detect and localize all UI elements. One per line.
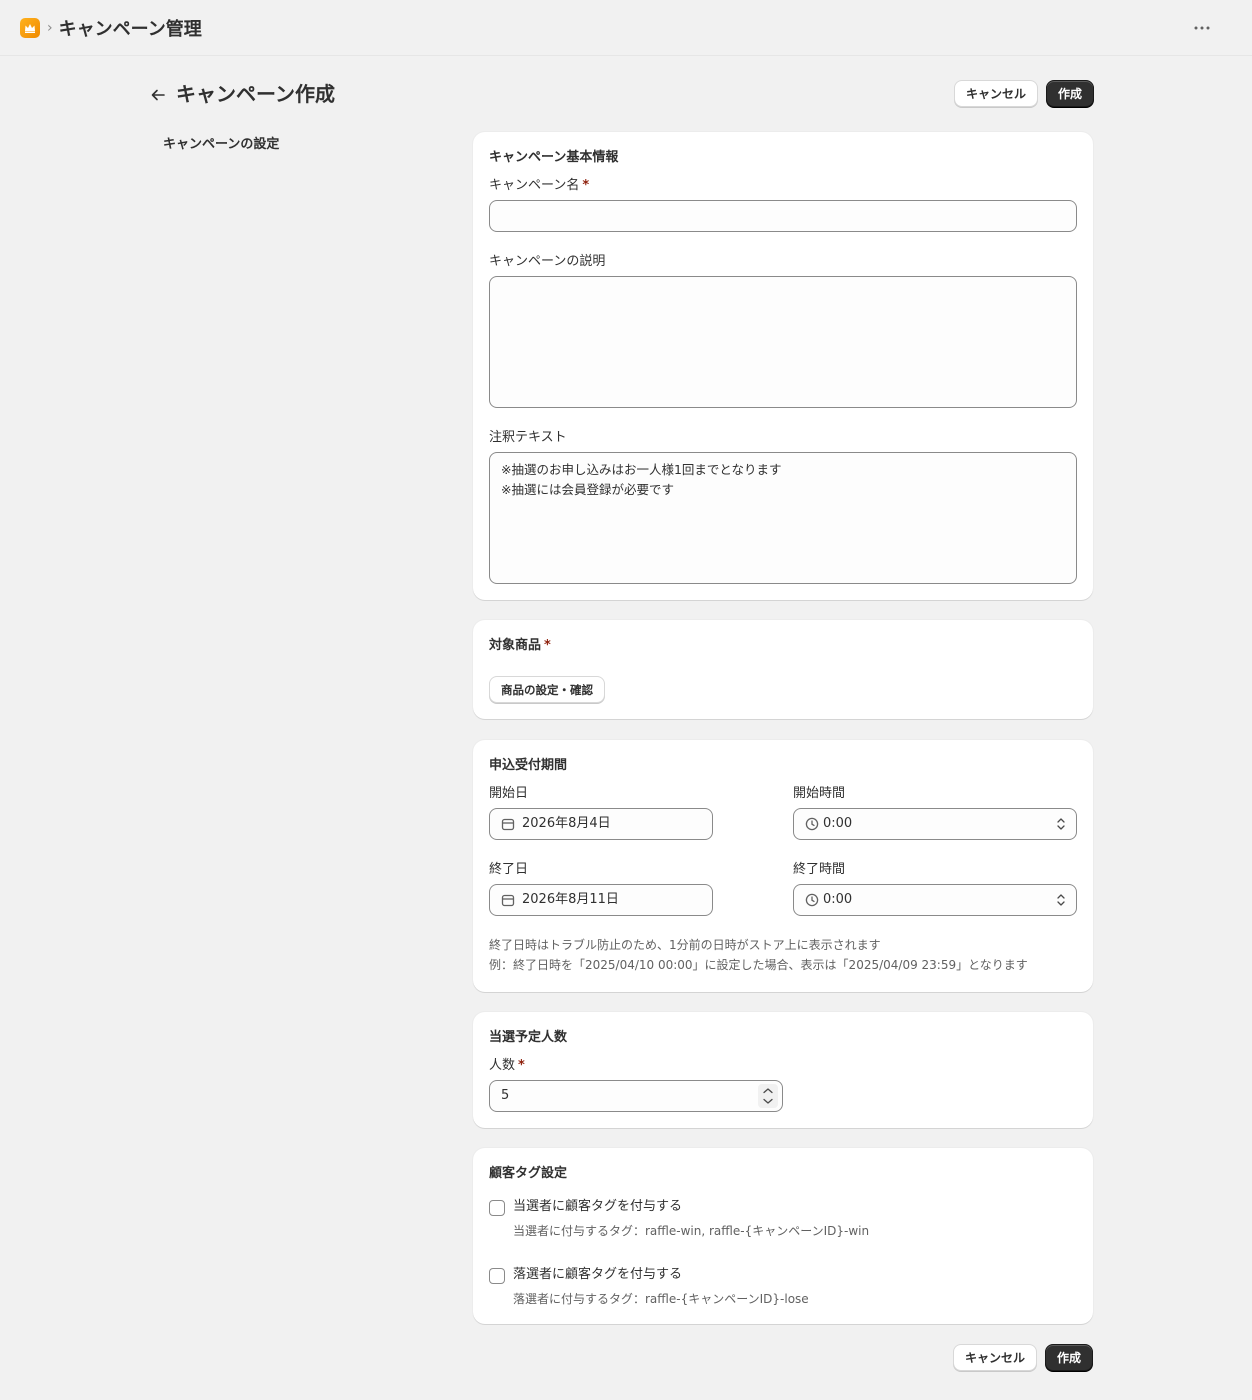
products-title-text: 対象商品 [489, 638, 542, 653]
footer-actions: キャンセル 作成 [953, 1344, 1094, 1371]
campaign-description-label: キャンペーンの説明 [489, 254, 606, 269]
winner-count-value: 5 [501, 1088, 510, 1103]
arrow-left-icon[interactable] [148, 85, 168, 105]
clock-icon [805, 817, 819, 831]
products-title: 対象商品 * [489, 637, 551, 655]
end-date-value: 2026年8月11日 [522, 892, 619, 907]
customer-tags-title: 顧客タグ設定 [489, 1166, 568, 1181]
create-button[interactable]: 作成 [1045, 80, 1094, 107]
create-button[interactable]: 作成 [1045, 1344, 1094, 1371]
cancel-button[interactable]: キャンセル [953, 80, 1038, 107]
basic-info-card: キャンペーン基本情報 キャンペーン名 * キャンペーンの説明 注釈テキスト ※抽選… [473, 132, 1093, 600]
start-date-label: 開始日 [489, 786, 529, 801]
start-date-value: 2026年8月4日 [522, 816, 611, 831]
more-horizontal-icon[interactable] [1194, 20, 1210, 36]
section-label-settings: キャンペーンの設定 [163, 137, 280, 152]
end-date-label: 終了日 [489, 862, 529, 877]
end-date-input[interactable]: 2026年8月11日 [489, 884, 713, 916]
calendar-icon [501, 894, 515, 907]
notes-textarea[interactable]: ※抽選のお申し込みはお一人様1回までとなります ※抽選には会員登録が必要です [489, 452, 1077, 584]
required-mark: * [518, 1058, 525, 1073]
clock-icon [805, 893, 819, 907]
loser-tag-label[interactable]: 落選者に顧客タグを付与する [513, 1266, 682, 1284]
start-time-select[interactable]: 0:00 [793, 808, 1077, 840]
period-help-line2: 例：終了日時を「2025/04/10 00:00」に設定した場合、表示は「202… [489, 958, 1028, 972]
period-help-line1: 終了日時はトラブル防止のため、1分前の日時がストア上に表示されます [489, 938, 881, 952]
end-time-select[interactable]: 0:00 [793, 884, 1077, 916]
number-spinner[interactable] [758, 1084, 778, 1108]
loser-tag-checkbox[interactable] [489, 1268, 505, 1284]
chevron-up-down-icon [1057, 818, 1065, 830]
app-title[interactable]: キャンペーン管理 [59, 15, 202, 41]
customer-tags-card: 顧客タグ設定 当選者に顧客タグを付与する 当選者に付与するタグ：raffle-w… [473, 1148, 1093, 1324]
top-bar: › キャンペーン管理 [0, 0, 1252, 56]
winner-tag-label[interactable]: 当選者に顧客タグを付与する [513, 1198, 682, 1216]
period-card: 申込受付期間 開始日 2026年8月4日 開始時間 0:00 終了日 2026年… [473, 740, 1093, 992]
winner-tag-checkbox[interactable] [489, 1200, 505, 1216]
end-time-value: 0:00 [823, 892, 853, 907]
winner-count-label-text: 人数 [489, 1058, 516, 1073]
products-card: 対象商品 * 商品の設定・確認 [473, 620, 1093, 719]
chevron-up-down-icon [763, 1088, 773, 1104]
cancel-button[interactable]: キャンセル [953, 1344, 1038, 1371]
required-mark: * [544, 638, 551, 653]
start-date-input[interactable]: 2026年8月4日 [489, 808, 713, 840]
loser-tag-help: 落選者に付与するタグ：raffle-{キャンペーンID}-lose [513, 1292, 809, 1306]
winner-count-input[interactable]: 5 [489, 1080, 783, 1112]
end-time-label: 終了時間 [793, 862, 846, 877]
campaign-name-input[interactable] [489, 200, 1077, 232]
notes-label: 注釈テキスト [489, 430, 567, 445]
winner-tag-help: 当選者に付与するタグ：raffle-win, raffle-{キャンペーンID}… [513, 1224, 870, 1238]
winner-count-label: 人数 * [489, 1057, 525, 1075]
winners-card: 当選予定人数 人数 * 5 [473, 1012, 1093, 1128]
start-time-value: 0:00 [823, 816, 853, 831]
breadcrumb-separator: › [47, 19, 53, 36]
crown-icon[interactable] [20, 17, 40, 38]
start-time-label: 開始時間 [793, 786, 846, 801]
calendar-icon [501, 818, 515, 831]
chevron-up-down-icon [1057, 894, 1065, 906]
required-mark: * [582, 178, 590, 193]
campaign-name-label-text: キャンペーン名 [489, 178, 580, 193]
page-title: キャンペーン作成 [176, 82, 335, 106]
period-title: 申込受付期間 [489, 758, 568, 773]
winners-title: 当選予定人数 [489, 1030, 568, 1045]
campaign-name-label: キャンペーン名 * [489, 177, 589, 195]
header-actions: キャンセル 作成 [953, 80, 1094, 107]
basic-info-title: キャンペーン基本情報 [489, 150, 619, 165]
product-settings-button[interactable]: 商品の設定・確認 [489, 676, 605, 703]
campaign-description-textarea[interactable] [489, 276, 1077, 408]
page-header: キャンペーン作成 キャンセル 作成 [146, 80, 1094, 110]
